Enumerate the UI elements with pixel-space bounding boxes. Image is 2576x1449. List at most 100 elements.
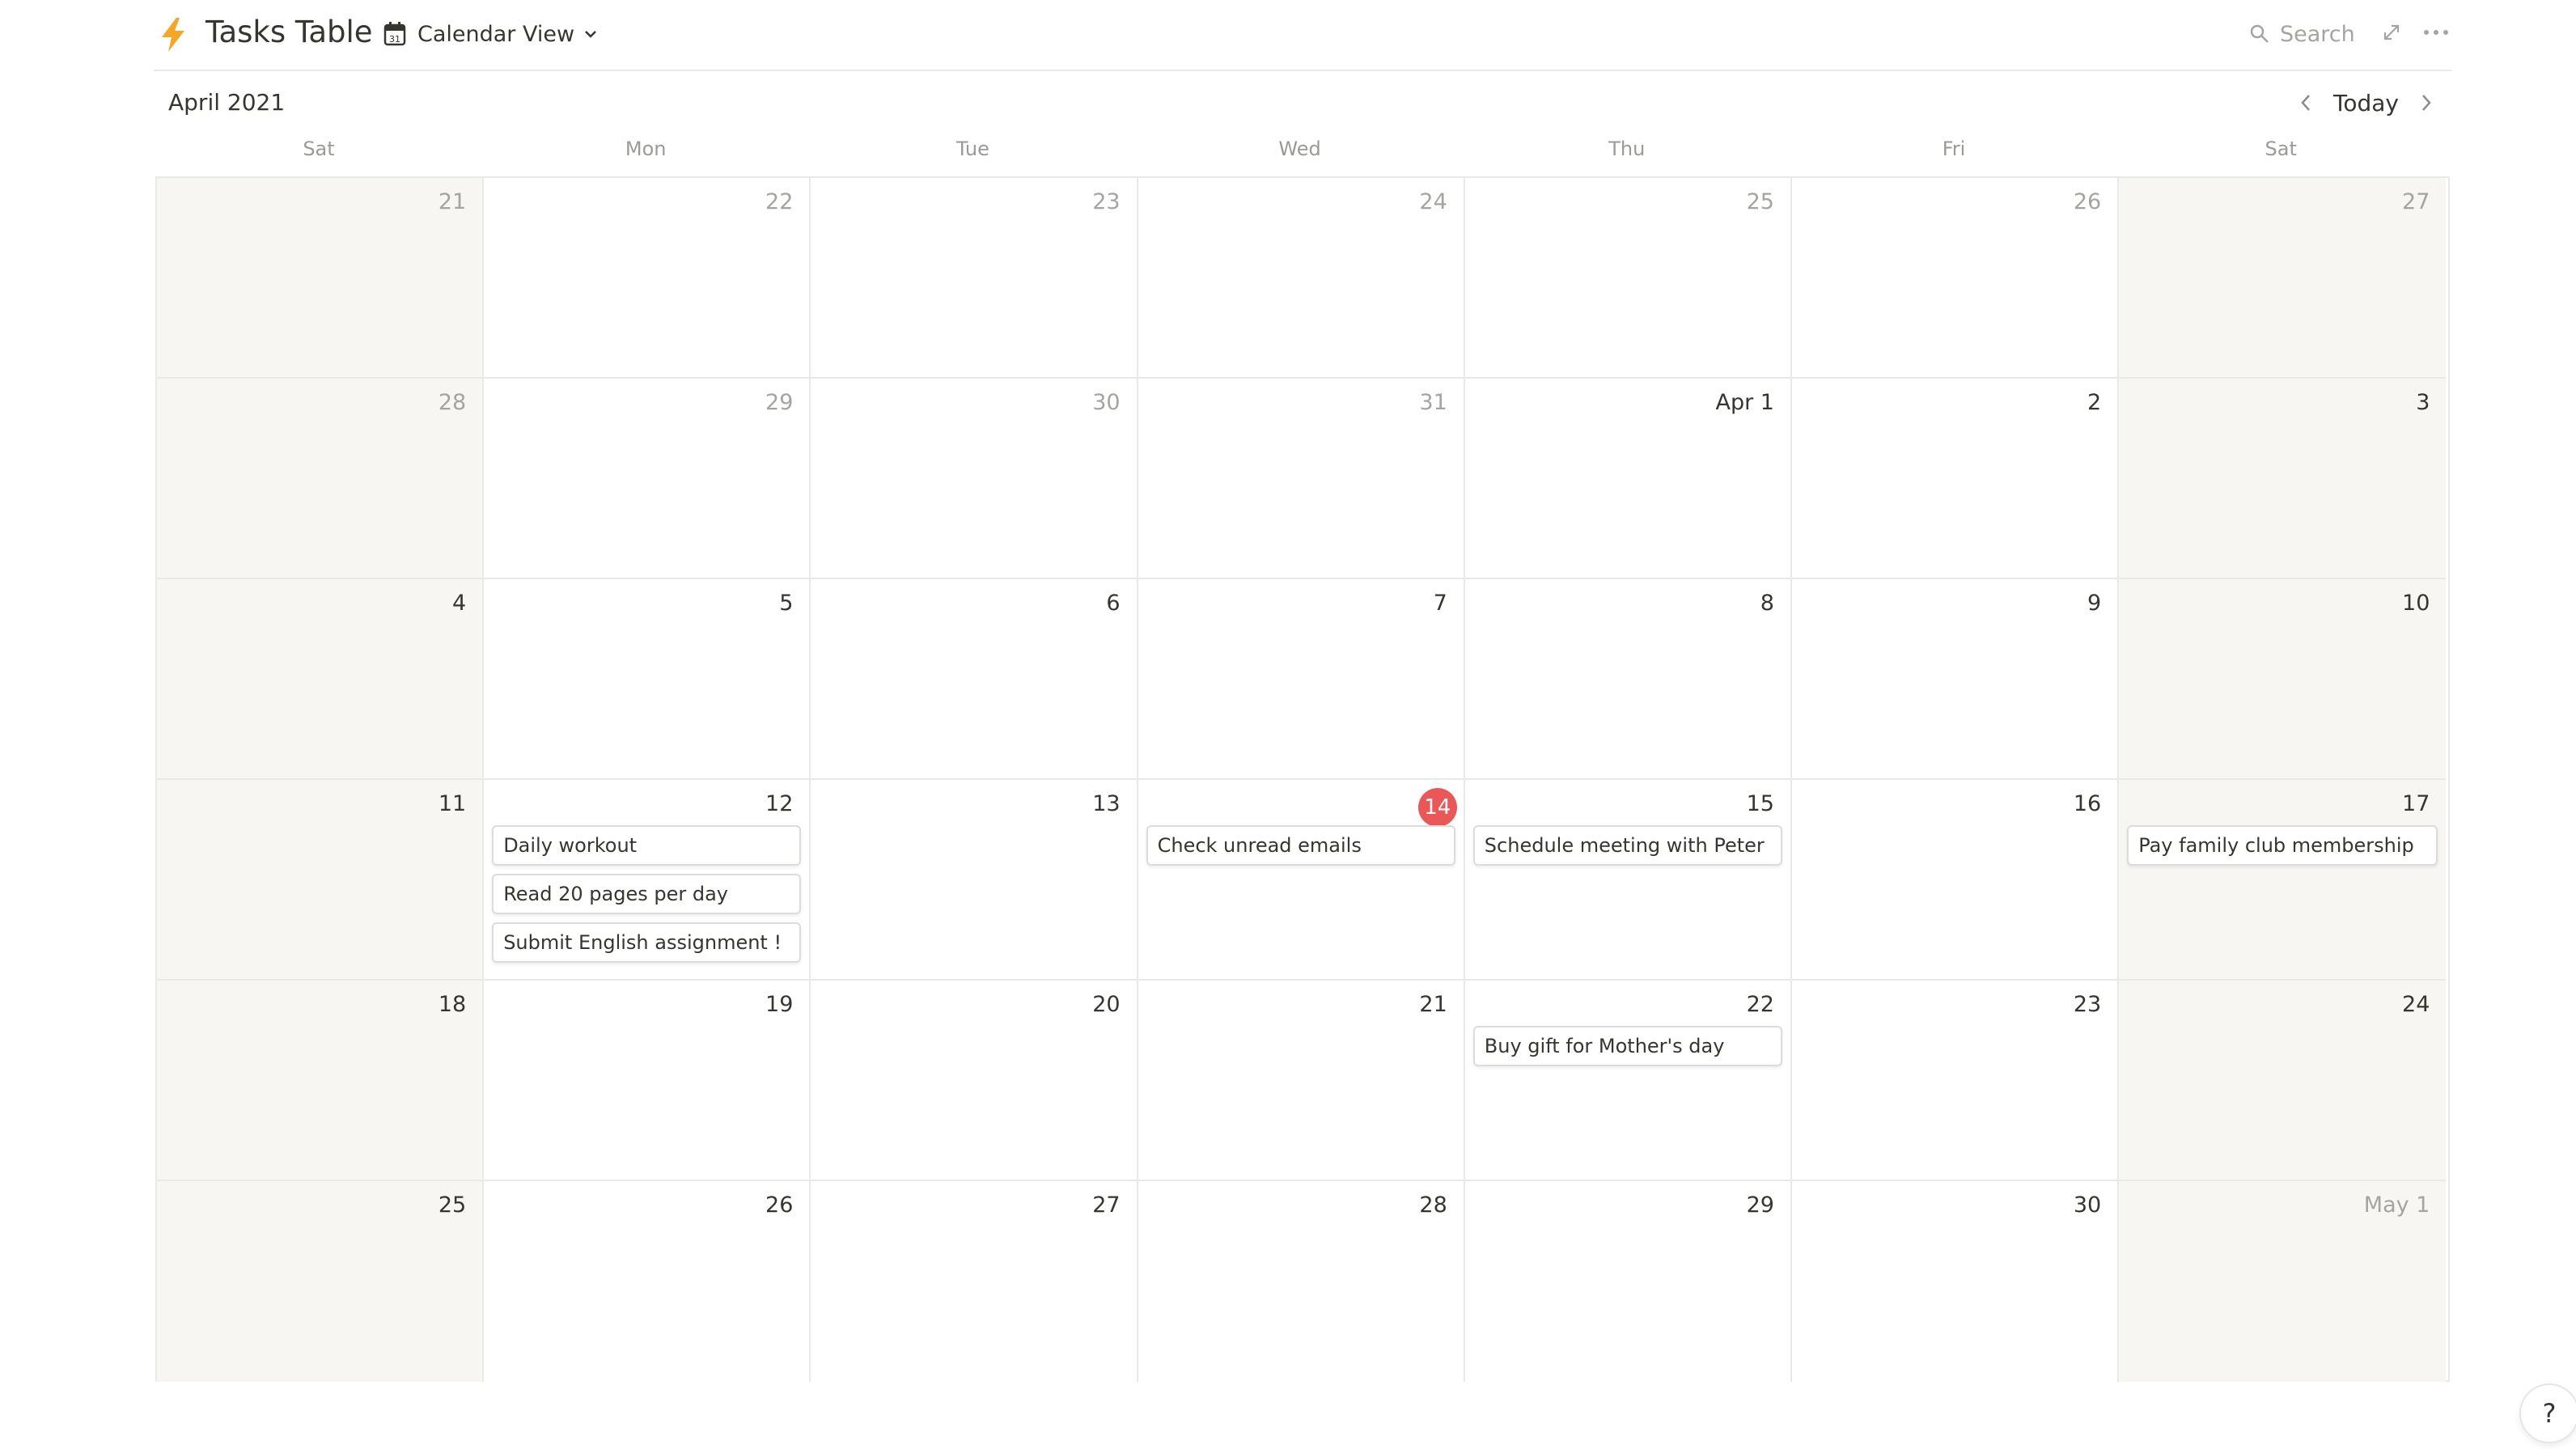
weekday-label: Sat xyxy=(2265,138,2297,160)
day-number: 28 xyxy=(1419,1193,1447,1218)
day-cell[interactable]: 11 xyxy=(157,780,485,981)
day-number: 22 xyxy=(765,189,794,214)
day-cell[interactable]: 28 xyxy=(157,379,485,579)
day-cell[interactable]: 28 xyxy=(1138,1181,1465,1382)
day-cell[interactable]: 24 xyxy=(1138,178,1465,379)
weekday-label: Thu xyxy=(1608,138,1646,160)
calendar-icon: 31 xyxy=(383,22,406,46)
day-cell[interactable]: May 1 xyxy=(2119,1181,2447,1382)
chevron-left-icon[interactable] xyxy=(2296,91,2315,115)
day-number: 15 xyxy=(1746,791,1774,816)
day-cell[interactable]: 26 xyxy=(1792,178,2120,379)
day-number: 29 xyxy=(1746,1193,1774,1218)
event-card[interactable]: Schedule meeting with Peter xyxy=(1472,825,1782,866)
day-cell[interactable]: 31 xyxy=(1138,379,1465,579)
view-selector[interactable]: 31 Calendar View xyxy=(383,18,599,50)
day-cell[interactable]: 17 Pay family club membership xyxy=(2119,780,2447,981)
day-cell[interactable]: 19 xyxy=(484,981,811,1181)
weekday-label: Mon xyxy=(625,138,667,160)
search-button[interactable]: Search xyxy=(2249,19,2355,49)
day-cell[interactable]: 23 xyxy=(811,178,1138,379)
day-cell[interactable]: 7 xyxy=(1138,579,1465,780)
day-cell[interactable]: 15 Schedule meeting with Peter xyxy=(1464,780,1792,981)
day-cell[interactable]: 27 xyxy=(811,1181,1138,1382)
day-cell[interactable]: 26 xyxy=(484,1181,811,1382)
day-cell[interactable]: 13 xyxy=(811,780,1138,981)
day-cell[interactable]: 4 xyxy=(157,579,485,780)
lightning-bolt-icon xyxy=(162,18,184,52)
chevron-right-icon[interactable] xyxy=(2417,91,2436,115)
day-number: 27 xyxy=(1092,1193,1121,1218)
day-number: 21 xyxy=(438,189,467,214)
day-cell[interactable]: 6 xyxy=(811,579,1138,780)
month-navigation: Today xyxy=(2296,86,2436,120)
expand-icon[interactable] xyxy=(2382,23,2401,42)
event-card[interactable]: Read 20 pages per day xyxy=(492,874,802,914)
event-card[interactable]: Submit English assignment ! xyxy=(492,922,802,963)
calendar-grid: 21 22 23 24 25 26 27 28 29 30 31 Apr 1 2 3 4 5 6 7 8 9 10 11 1… xyxy=(155,176,2450,1382)
header: Tasks Table 31 Calendar View Search xyxy=(154,0,2451,71)
weekday-label: Sat xyxy=(303,138,335,160)
day-cell[interactable]: 20 xyxy=(811,981,1138,1181)
day-cell[interactable]: 30 xyxy=(1792,1181,2120,1382)
day-cell[interactable]: 18 xyxy=(157,981,485,1181)
day-cell[interactable]: 21 xyxy=(157,178,485,379)
day-number: 30 xyxy=(1092,390,1121,415)
day-number: 25 xyxy=(1746,189,1774,214)
day-cell[interactable]: 2 xyxy=(1792,379,2120,579)
day-number: 19 xyxy=(765,992,794,1017)
day-number: 28 xyxy=(438,390,467,415)
day-number: 29 xyxy=(765,390,794,415)
help-button[interactable]: ? xyxy=(2521,1385,2576,1442)
day-number: 23 xyxy=(1092,189,1121,214)
day-cell[interactable]: 16 xyxy=(1792,780,2120,981)
day-number: 12 xyxy=(765,791,794,816)
day-number: 30 xyxy=(2073,1193,2102,1218)
day-number: 13 xyxy=(1092,791,1121,816)
day-cell[interactable]: 14 Check unread emails xyxy=(1138,780,1465,981)
day-cell[interactable]: 21 xyxy=(1138,981,1465,1181)
day-number: 25 xyxy=(438,1193,467,1218)
day-number: 31 xyxy=(1419,390,1447,415)
day-number: 17 xyxy=(2402,791,2430,816)
day-number: 9 xyxy=(2087,591,2102,616)
event-card[interactable]: Daily workout xyxy=(492,825,802,866)
weekday-label: Fri xyxy=(1942,138,1966,160)
day-cell[interactable]: 24 xyxy=(2119,981,2447,1181)
day-cell[interactable]: 22 xyxy=(484,178,811,379)
weekday-header: Sat Mon Tue Wed Thu Fri Sat xyxy=(155,138,2450,170)
day-cell[interactable]: 5 xyxy=(484,579,811,780)
day-number: 2 xyxy=(2087,390,2102,415)
event-card[interactable]: Check unread emails xyxy=(1146,825,1455,866)
search-label: Search xyxy=(2280,21,2355,47)
day-number: 7 xyxy=(1433,591,1447,616)
day-number: 3 xyxy=(2416,390,2430,415)
day-cell[interactable]: 8 xyxy=(1464,579,1792,780)
today-button[interactable]: Today xyxy=(2333,90,2399,117)
weekday-label: Tue xyxy=(955,138,989,160)
day-cell[interactable]: 29 xyxy=(484,379,811,579)
day-number: 26 xyxy=(2073,189,2102,214)
day-cell[interactable]: 10 xyxy=(2119,579,2447,780)
event-card[interactable]: Pay family club membership xyxy=(2127,825,2438,866)
day-number: 27 xyxy=(2402,189,2430,214)
day-cell[interactable]: 23 xyxy=(1792,981,2120,1181)
day-cell[interactable]: 29 xyxy=(1464,1181,1792,1382)
day-cell[interactable]: 25 xyxy=(157,1181,485,1382)
event-card[interactable]: Buy gift for Mother's day xyxy=(1472,1026,1782,1066)
day-cell[interactable]: 12 Daily workout Read 20 pages per day Subm… xyxy=(484,780,811,981)
day-number: 20 xyxy=(1092,992,1121,1017)
day-number: 10 xyxy=(2402,591,2430,616)
day-cell[interactable]: Apr 1 xyxy=(1464,379,1792,579)
more-icon[interactable] xyxy=(2422,23,2450,42)
day-cell[interactable]: 22 Buy gift for Mother's day xyxy=(1464,981,1792,1181)
page-title: Tasks Table xyxy=(205,15,373,49)
day-cell[interactable]: 9 xyxy=(1792,579,2120,780)
day-number: 11 xyxy=(438,791,467,816)
day-cell[interactable]: 3 xyxy=(2119,379,2447,579)
day-cell[interactable]: 30 xyxy=(811,379,1138,579)
day-cell[interactable]: 27 xyxy=(2119,178,2447,379)
search-icon xyxy=(2250,24,2269,43)
day-cell[interactable]: 25 xyxy=(1464,178,1792,379)
day-number: 22 xyxy=(1746,992,1774,1017)
